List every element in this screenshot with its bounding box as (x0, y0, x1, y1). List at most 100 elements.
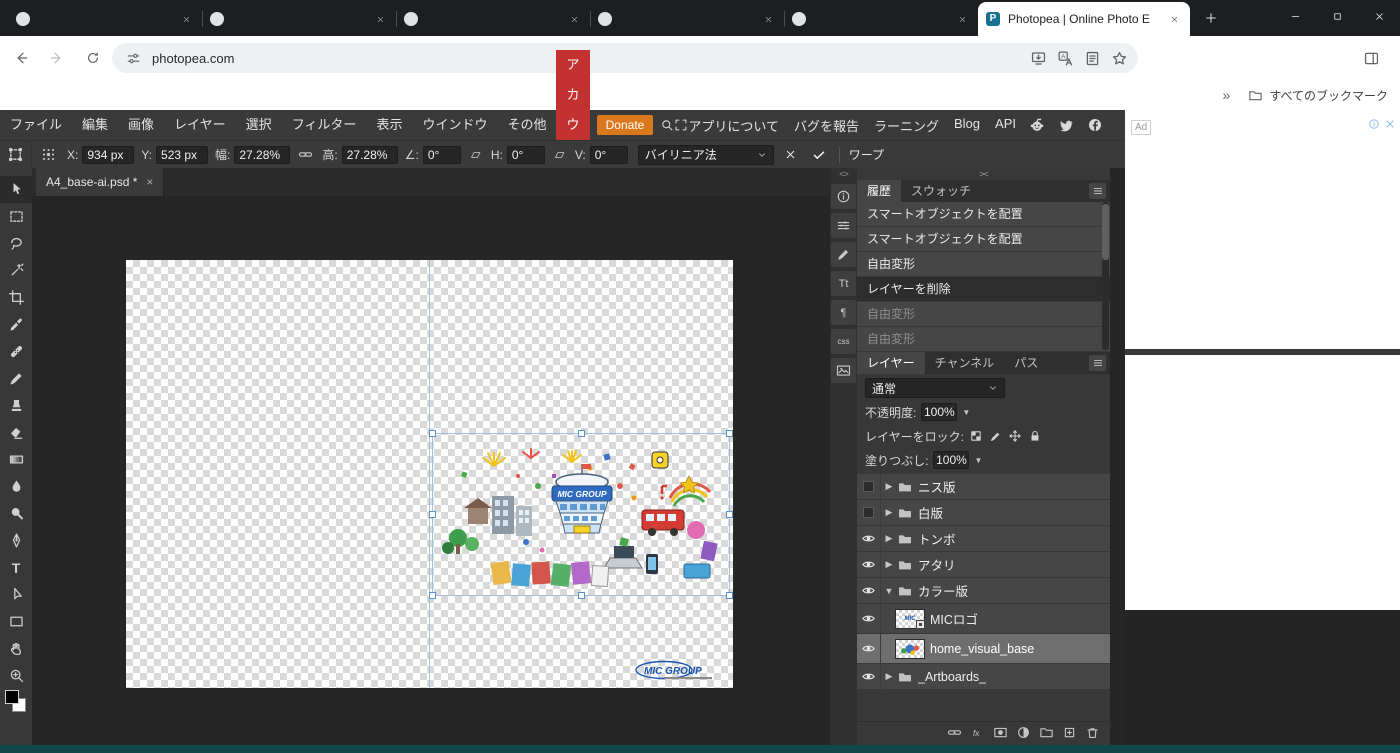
tool-dodge[interactable] (0, 500, 32, 527)
panel-icon-glyphs[interactable]: Tt (831, 271, 856, 296)
tool-eyedropper[interactable] (0, 311, 32, 338)
ad-close-icon[interactable] (1384, 118, 1396, 130)
layer-row-group[interactable]: ▶ニス版 (857, 474, 1110, 499)
tool-move[interactable] (0, 176, 32, 203)
history-scrollbar[interactable] (1102, 202, 1109, 350)
bookmark-star-icon[interactable] (1111, 50, 1128, 67)
browser-tab-5[interactable] (784, 2, 978, 36)
panel-icon-info[interactable] (831, 184, 856, 209)
transform-skew-v-input[interactable]: 0° (590, 146, 628, 164)
transform-skew-h-input[interactable]: 0° (507, 146, 545, 164)
browser-tab-3[interactable] (396, 2, 590, 36)
visibility-eye-icon[interactable] (857, 634, 881, 663)
tool-pen[interactable] (0, 527, 32, 554)
lock-pixels-icon[interactable] (989, 430, 1002, 443)
transform-handle-s[interactable] (578, 592, 585, 599)
side-panel-icon[interactable] (1356, 43, 1386, 73)
warp-button[interactable]: ワープ (849, 146, 884, 163)
visibility-eye-icon[interactable] (857, 526, 881, 551)
tab-close-icon[interactable] (372, 11, 388, 27)
tool-path-select[interactable] (0, 581, 32, 608)
menu-item-5[interactable]: 選択 (236, 110, 282, 140)
menu-item-6[interactable]: フィルター (282, 110, 367, 140)
tab-history-2[interactable]: スウォッチ (901, 180, 981, 202)
visibility-eye-icon[interactable] (857, 664, 881, 689)
reddit-icon[interactable] (1029, 117, 1045, 133)
panel-icon-css[interactable]: css (831, 329, 856, 354)
lock-transparency-icon[interactable] (969, 429, 983, 443)
document-tab[interactable]: A4_base-ai.psd * × (36, 168, 164, 196)
tab-close-icon[interactable] (954, 11, 970, 27)
address-bar[interactable]: photopea.com A (112, 43, 1138, 73)
transform-selection-box[interactable] (432, 433, 730, 596)
tool-blur[interactable] (0, 473, 32, 500)
new-layer-layers-icon[interactable] (1062, 725, 1077, 740)
fill-input[interactable]: 100% (933, 451, 969, 469)
panel-icon-paragraph[interactable]: ¶ (831, 300, 856, 325)
lock-position-icon[interactable] (1008, 429, 1022, 443)
adjustment-layers-icon[interactable] (1016, 725, 1031, 740)
browser-tab-active[interactable]: PPhotopea | Online Photo E (978, 2, 1190, 36)
reload-button[interactable] (78, 43, 108, 73)
menu-link-4[interactable]: Blog (954, 116, 980, 135)
menu-item-1[interactable]: ファイル (0, 110, 72, 140)
site-settings-icon[interactable] (122, 47, 144, 69)
back-button[interactable] (6, 43, 36, 73)
tool-type[interactable]: T (0, 554, 32, 581)
tool-eraser[interactable] (0, 419, 32, 446)
commit-transform-icon[interactable] (808, 144, 830, 166)
expand-arrow-icon[interactable]: ▶ (881, 481, 897, 492)
layer-row-smart[interactable]: MICMICロゴ (857, 604, 1110, 633)
group-new-layers-icon[interactable] (1039, 725, 1054, 740)
visibility-eye-icon[interactable] (857, 578, 881, 603)
expand-arrow-icon[interactable]: ▶ (881, 559, 897, 570)
transform-x-input[interactable]: 934 px (82, 146, 134, 164)
canvas-viewport[interactable]: MIC GROUP (32, 196, 830, 745)
browser-tab-1[interactable] (8, 2, 202, 36)
reading-list-icon[interactable] (1084, 50, 1101, 67)
transform-width-input[interactable]: 27.28% (234, 146, 290, 164)
visibility-checkbox[interactable] (857, 474, 881, 499)
transform-handle-ne[interactable] (726, 430, 733, 437)
menu-link-2[interactable]: バグを報告 (794, 116, 859, 135)
history-item[interactable]: 自由変形 (857, 302, 1110, 326)
delete-layers-icon[interactable] (1085, 725, 1100, 740)
expand-arrow-icon[interactable]: ▶ (881, 533, 897, 544)
tool-marquee[interactable] (0, 203, 32, 230)
link-dimensions-icon[interactable] (295, 147, 315, 162)
history-item[interactable]: 自由変形 (857, 327, 1110, 351)
opacity-slider-icon[interactable]: ▼ (962, 408, 970, 417)
history-menu-icon[interactable] (1089, 183, 1106, 199)
foreground-color-swatch[interactable] (5, 690, 19, 704)
history-item[interactable]: スマートオブジェクトを配置 (857, 202, 1110, 226)
history-item[interactable]: 自由変形 (857, 252, 1110, 276)
fill-slider-icon[interactable]: ▼ (974, 456, 982, 465)
browser-tab-2[interactable] (202, 2, 396, 36)
opacity-input[interactable]: 100% (921, 403, 957, 421)
panel-icon-brush-settings[interactable] (831, 242, 856, 267)
menu-item-4[interactable]: レイヤー (164, 110, 236, 140)
maximize-button[interactable] (1316, 0, 1358, 33)
visibility-eye-icon[interactable] (857, 552, 881, 577)
transform-handle-e[interactable] (726, 511, 733, 518)
browser-tab-4[interactable] (590, 2, 784, 36)
menu-link-1[interactable]: アプリについて (688, 116, 779, 135)
transform-handle-w[interactable] (429, 511, 436, 518)
minimize-button[interactable] (1274, 0, 1316, 33)
close-window-button[interactable] (1358, 0, 1400, 33)
blend-mode-select[interactable]: 通常 (865, 378, 1005, 398)
tab-history-1[interactable]: 履歴 (857, 180, 901, 202)
history-scrollbar-thumb[interactable] (1102, 204, 1109, 260)
menu-item-9[interactable]: その他 (497, 110, 556, 140)
menu-item-7[interactable]: 表示 (366, 110, 412, 140)
menu-item-3[interactable]: 画像 (118, 110, 164, 140)
layer-row-pixel[interactable]: home_visual_base (857, 634, 1110, 663)
lock-all-icon[interactable] (1028, 429, 1042, 443)
tool-hand[interactable] (0, 635, 32, 662)
free-transform-icon[interactable] (0, 141, 32, 169)
tab-layers-2[interactable]: チャンネル (925, 352, 1005, 374)
install-app-icon[interactable] (1030, 50, 1047, 67)
expand-arrow-icon[interactable]: ▶ (881, 507, 897, 518)
collapse-gutter-icon[interactable]: <> (830, 168, 857, 180)
menu-link-5[interactable]: API (995, 116, 1016, 135)
